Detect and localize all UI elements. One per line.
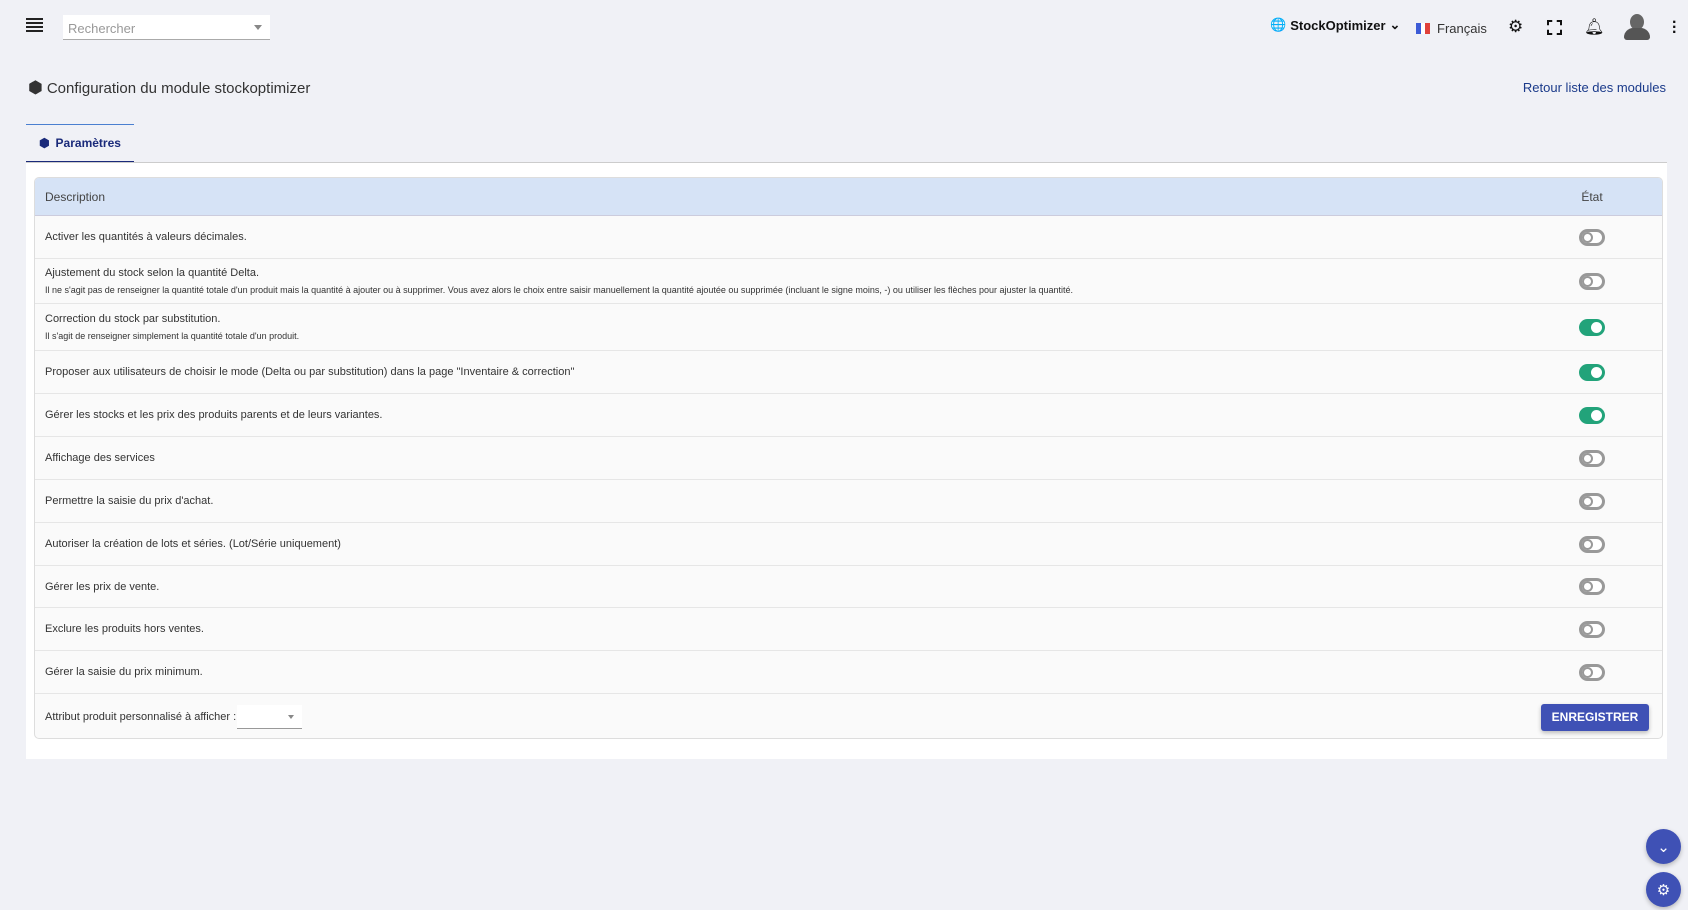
cubes-icon: ⬢ [28, 78, 43, 97]
table-row: Proposer aux utilisateurs de choisir le … [35, 351, 1662, 394]
setting-label: Correction du stock par substitution. [45, 313, 221, 325]
tab-parametres[interactable]: ⬢ Paramètres [26, 124, 134, 163]
globe-icon: 🌐 [1270, 17, 1287, 32]
setting-label: Activer les quantités à valeurs décimale… [45, 231, 247, 243]
custom-attribute-label: Attribut produit personnalisé à afficher… [45, 711, 237, 723]
language-selector[interactable]: Français [1416, 21, 1487, 36]
table-row: Activer les quantités à valeurs décimale… [35, 216, 1662, 259]
back-to-modules-link[interactable]: Retour liste des modules [1523, 80, 1666, 95]
table-row: Exclure les produits hors ventes. [35, 608, 1662, 651]
cubes-icon: ⬢ [39, 136, 50, 150]
search-placeholder: Rechercher [68, 21, 136, 36]
search-input[interactable]: Rechercher [63, 15, 270, 40]
brand-selector[interactable]: 🌐 StockOptimizer ⌄ [1270, 17, 1400, 33]
setting-label: Affichage des services [45, 452, 155, 464]
col-state: État [1581, 189, 1603, 204]
chevron-down-icon: ⌄ [1657, 838, 1670, 856]
setting-label: Gérer la saisie du prix minimum. [45, 666, 203, 678]
save-button[interactable]: ENREGISTRER [1541, 703, 1649, 731]
menu-icon[interactable] [26, 18, 43, 32]
setting-toggle[interactable] [1579, 363, 1605, 381]
setting-label: Exclure les produits hors ventes. [45, 623, 204, 635]
setting-description: Il s'agit de renseigner simplement la qu… [45, 331, 300, 341]
setting-toggle[interactable] [1579, 578, 1605, 595]
setting-toggle[interactable] [1579, 449, 1605, 467]
table-row: Affichage des services [35, 437, 1662, 480]
avatar[interactable] [1624, 14, 1650, 42]
setting-label: Ajustement du stock selon la quantité De… [45, 267, 260, 279]
setting-toggle[interactable] [1579, 620, 1605, 638]
table-row: Permettre la saisie du prix d'achat. [35, 480, 1662, 523]
setting-toggle[interactable] [1579, 318, 1605, 336]
table-header: Description État [35, 178, 1662, 216]
setting-toggle[interactable] [1579, 535, 1605, 553]
setting-label: Permettre la saisie du prix d'achat. [45, 495, 214, 507]
page-title: ⬢ Configuration du module stockoptimizer [28, 78, 310, 98]
chevron-down-icon: ⌄ [1389, 17, 1401, 32]
setting-toggle[interactable] [1579, 228, 1605, 246]
setting-toggle[interactable] [1579, 272, 1605, 290]
setting-toggle[interactable] [1579, 492, 1605, 510]
setting-label: Proposer aux utilisateurs de choisir le … [45, 366, 575, 378]
scroll-down-button[interactable]: ⌄ [1646, 829, 1681, 864]
setting-toggle[interactable] [1579, 406, 1605, 424]
fullscreen-icon[interactable] [1547, 20, 1562, 35]
setting-label: Gérer les prix de vente. [45, 580, 160, 593]
table-row: Gérer la saisie du prix minimum. [35, 651, 1662, 694]
setting-label: Gérer les stocks et les prix des produit… [45, 409, 383, 421]
brand-label: StockOptimizer [1290, 17, 1386, 33]
table-footer: Attribut produit personnalisé à afficher… [35, 694, 1662, 738]
col-description: Description [45, 189, 106, 204]
page-title-text: Configuration du module stockoptimizer [46, 79, 311, 97]
gear-icon[interactable]: ⚙ [1508, 17, 1523, 37]
tab-label: Paramètres [55, 136, 121, 150]
settings-fab-button[interactable]: ⚙ [1646, 872, 1681, 907]
gear-icon: ⚙ [1656, 881, 1671, 899]
table-row: Correction du stock par substitution. Il … [35, 304, 1662, 351]
dropdown-caret-icon [254, 25, 262, 34]
settings-table: Description État Activer les quantités à … [34, 177, 1663, 739]
setting-label: Autoriser la création de lots et séries.… [45, 538, 341, 550]
setting-description: Il ne s'agit pas de renseigner la quanti… [45, 285, 1074, 295]
table-row: Gérer les stocks et les prix des produit… [35, 394, 1662, 437]
table-row: Ajustement du stock selon la quantité De… [35, 259, 1662, 304]
custom-attribute-select[interactable] [237, 705, 303, 729]
flag-fr-icon [1416, 23, 1431, 34]
table-row: Gérer les prix de vente. [35, 566, 1662, 608]
more-vertical-icon[interactable]: · · · [1672, 15, 1677, 41]
language-label: Français [1437, 21, 1487, 36]
setting-toggle[interactable] [1579, 663, 1605, 681]
bell-icon[interactable]: 🔔︎ [1584, 17, 1604, 37]
table-row: Autoriser la création de lots et séries.… [35, 523, 1662, 566]
